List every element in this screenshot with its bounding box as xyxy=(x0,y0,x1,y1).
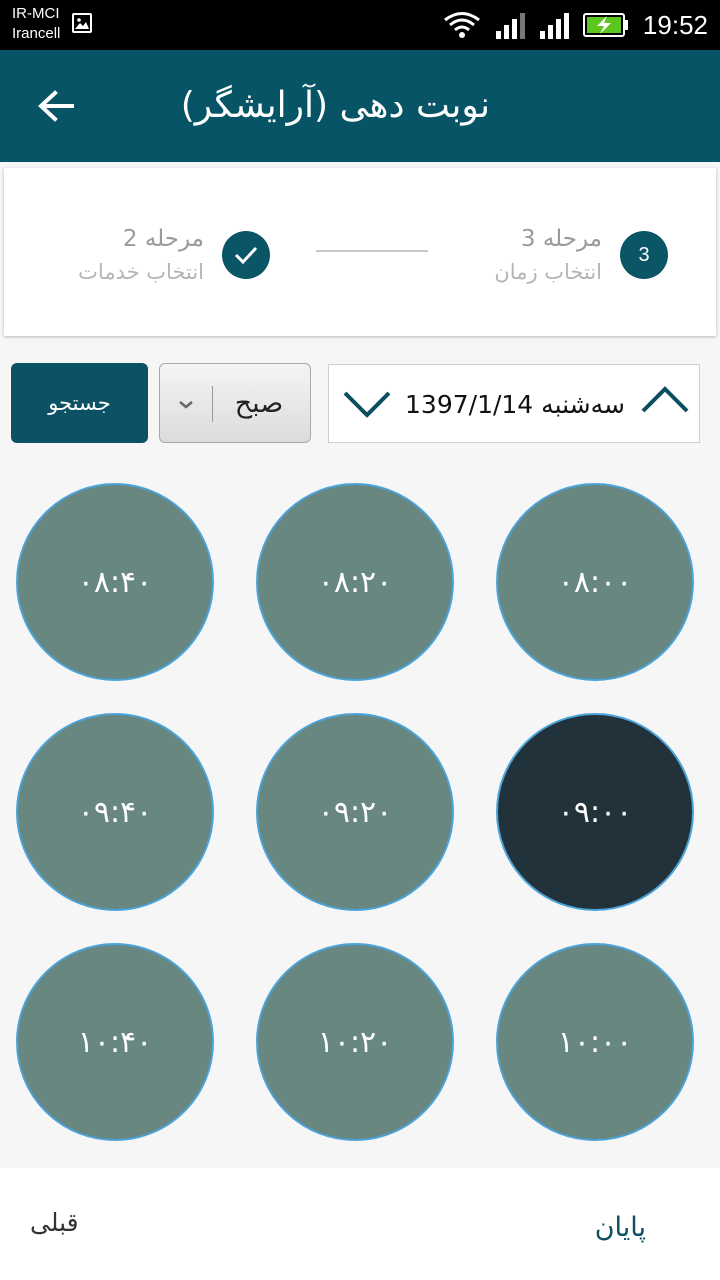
time-slot[interactable]: ۰۹:۴۰ xyxy=(16,713,214,911)
previous-day-button[interactable] xyxy=(641,385,689,419)
arrow-back-icon xyxy=(38,90,74,122)
image-icon xyxy=(72,13,92,33)
dropdown-divider xyxy=(212,386,213,422)
signal-icon xyxy=(495,13,525,39)
time-slot[interactable]: ۱۰:۴۰ xyxy=(16,943,214,1141)
search-button[interactable]: جستجو xyxy=(11,363,148,443)
battery-charging-icon xyxy=(582,13,628,37)
step-3-text: مرحله 3 انتخاب زمان xyxy=(494,222,602,288)
stepper: 3 مرحله 3 انتخاب زمان مرحله 2 انتخاب خدم… xyxy=(4,168,716,336)
step-connector xyxy=(316,250,428,252)
step-2: مرحله 2 انتخاب خدمات xyxy=(78,222,270,288)
step-2-text: مرحله 2 انتخاب خدمات xyxy=(78,222,204,288)
time-slot[interactable]: ۰۸:۴۰ xyxy=(16,483,214,681)
status-bar: IR-MCI Irancell 19:52 xyxy=(0,0,720,50)
carrier-name-1: IR-MCI xyxy=(12,5,60,22)
step-2-badge xyxy=(222,231,270,279)
chevron-up-icon xyxy=(641,386,689,413)
back-button[interactable] xyxy=(30,80,82,132)
time-slot[interactable]: ۰۹:۲۰ xyxy=(256,713,454,911)
check-icon xyxy=(234,246,258,265)
previous-button[interactable]: قبلی xyxy=(30,1208,79,1237)
step-3-label: مرحله 3 xyxy=(520,226,602,252)
caret-down-icon xyxy=(176,390,196,422)
period-dropdown[interactable]: صبح xyxy=(159,363,311,443)
time-slot[interactable]: ۰۸:۲۰ xyxy=(256,483,454,681)
step-3: 3 مرحله 3 انتخاب زمان xyxy=(494,222,668,288)
carrier-info: IR-MCI Irancell xyxy=(12,4,60,44)
signal-icon xyxy=(539,13,569,39)
status-icons: 19:52 xyxy=(443,8,708,42)
bottom-bar: قبلی پایان xyxy=(0,1168,720,1280)
time-slot[interactable]: ۱۰:۰۰ xyxy=(496,943,694,1141)
finish-button[interactable]: پایان xyxy=(595,1212,646,1243)
time-slot[interactable]: ۰۸:۰۰ xyxy=(496,483,694,681)
carrier-name-2: Irancell xyxy=(12,25,61,42)
page-title: نوبت دهی (آرایشگر) xyxy=(180,85,490,126)
step-3-badge: 3 xyxy=(620,231,668,279)
step-3-subtitle: انتخاب زمان xyxy=(494,260,602,284)
wifi-icon xyxy=(444,12,480,38)
time-slot[interactable]: ۰۹:۰۰ xyxy=(496,713,694,911)
next-day-button[interactable] xyxy=(343,389,391,423)
clock: 19:52 xyxy=(642,9,708,40)
date-picker: سه‌شنبه 1397/1/14 xyxy=(328,364,700,443)
step-2-label: مرحله 2 xyxy=(122,226,204,252)
step-3-number: 3 xyxy=(638,243,650,266)
date-value: سه‌شنبه 1397/1/14 xyxy=(405,390,625,419)
step-2-subtitle: انتخاب خدمات xyxy=(78,260,204,284)
app-bar: نوبت دهی (آرایشگر) xyxy=(0,50,720,162)
time-slot[interactable]: ۱۰:۲۰ xyxy=(256,943,454,1141)
period-value: صبح xyxy=(234,388,284,419)
chevron-down-icon xyxy=(343,391,391,418)
